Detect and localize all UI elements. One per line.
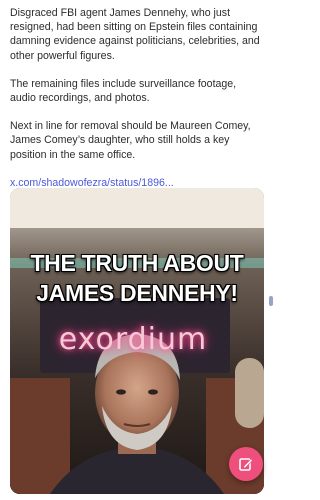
scrollbar[interactable] bbox=[268, 0, 274, 500]
post-paragraph-3: Next in line for removal should be Maure… bbox=[10, 120, 251, 161]
video-player[interactable]: exordium THE TRUTH ABOUT JAMES DENNEHY! bbox=[10, 188, 264, 494]
post-paragraph-1: Disgraced FBI agent James Dennehy, who j… bbox=[10, 7, 260, 62]
neon-sign: exordium bbox=[58, 322, 208, 357]
scrollbar-thumb[interactable] bbox=[269, 296, 273, 306]
video-caption-line-1: THE TRUTH ABOUT bbox=[30, 250, 244, 276]
post-paragraph-2: The remaining files include surveillance… bbox=[10, 77, 237, 105]
post-body: Disgraced FBI agent James Dennehy, who j… bbox=[10, 6, 262, 190]
compose-button[interactable] bbox=[229, 447, 263, 481]
video-caption-line-2: JAMES DENNEHY! bbox=[36, 280, 238, 306]
compose-pencil-icon bbox=[239, 458, 253, 471]
